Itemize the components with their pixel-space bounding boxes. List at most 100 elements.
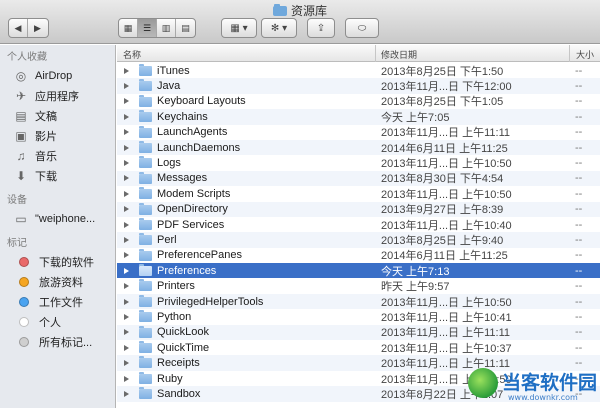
table-row[interactable]: Python 2013年11月...日 上午10:41 -- <box>117 309 600 324</box>
sidebar-tag-item[interactable]: 所有标记... <box>0 332 115 352</box>
column-view-button[interactable]: ▥ <box>157 19 176 37</box>
column-modified-header[interactable]: 修改日期 <box>381 48 417 61</box>
file-name: Logs <box>157 157 181 170</box>
action-button[interactable]: ✻ ▾ <box>261 18 297 38</box>
disclosure-triangle-icon[interactable] <box>124 190 129 197</box>
share-button[interactable]: ⇪ <box>307 18 335 38</box>
table-row[interactable]: PrivilegedHelperTools 2013年11月...日 上午10:5… <box>117 293 600 310</box>
file-name: Ruby <box>157 372 183 385</box>
folder-icon <box>139 187 152 200</box>
file-name: Receipts <box>157 357 200 370</box>
table-row[interactable]: LaunchDaemons 2014年6月11日 上午11:25 -- <box>117 139 600 156</box>
disclosure-triangle-icon[interactable] <box>124 375 129 382</box>
sidebar-item[interactable]: ▤ 文稿 <box>0 106 115 126</box>
tag-button[interactable]: ⬭ <box>345 18 379 38</box>
disclosure-triangle-icon[interactable] <box>124 298 129 305</box>
folder-icon <box>139 248 152 261</box>
table-row[interactable]: OpenDirectory 2013年9月27日 上午8:39 -- <box>117 201 600 217</box>
sidebar-tag-item[interactable]: 个人 <box>0 312 115 332</box>
tags-header: 标记 <box>7 238 27 249</box>
table-row[interactable]: Logs 2013年11月...日 上午10:50 -- <box>117 155 600 170</box>
folder-icon <box>139 64 152 76</box>
file-size: -- <box>575 341 583 354</box>
disclosure-triangle-icon[interactable] <box>124 129 129 136</box>
column-name-header[interactable]: 名称 <box>123 48 141 61</box>
file-modified-date: 2013年11月...日 上午10:50 <box>381 296 512 309</box>
table-row[interactable]: QuickLook 2013年11月...日 上午11:11 -- <box>117 324 600 341</box>
disclosure-triangle-icon[interactable] <box>124 390 129 397</box>
table-row[interactable]: Perl 2013年8月25日 上午9:40 -- <box>117 232 600 248</box>
icon-view-button[interactable]: ▦ <box>119 19 138 37</box>
file-modified-date: 2013年11月...日 上午10:40 <box>381 219 512 232</box>
movies-icon: ▣ <box>15 129 27 143</box>
file-modified-date: 2013年11月...日 上午10:37 <box>381 342 512 355</box>
sidebar-item[interactable]: ▣ 影片 <box>0 126 115 146</box>
disclosure-triangle-icon[interactable] <box>124 206 129 213</box>
table-row[interactable]: Java 2013年11月...日 下午12:00 -- <box>117 78 600 94</box>
sidebar-tag-item[interactable]: 工作文件 <box>0 292 115 312</box>
sidebar-item[interactable]: ◎ AirDrop <box>0 66 115 86</box>
forward-button[interactable]: ▶ <box>28 19 47 37</box>
table-row[interactable]: PreferencePanes 2014年6月11日 上午11:25 -- <box>117 248 600 263</box>
table-row[interactable]: iTunes 2013年8月25日 下午1:50 -- <box>117 63 600 78</box>
back-button[interactable]: ◀ <box>9 19 28 37</box>
disclosure-triangle-icon[interactable] <box>124 67 129 74</box>
disclosure-triangle-icon[interactable] <box>124 252 129 259</box>
watermark-url: www.downkr.com <box>508 393 578 402</box>
table-row[interactable]: LaunchAgents 2013年11月...日 上午11:11 -- <box>117 125 600 140</box>
disclosure-triangle-icon[interactable] <box>124 144 129 151</box>
column-divider[interactable] <box>375 45 376 62</box>
folder-icon <box>139 125 152 138</box>
table-row[interactable]: Preferences 今天 上午7:13 -- <box>117 263 600 279</box>
column-divider[interactable] <box>569 45 570 62</box>
table-row[interactable]: Keyboard Layouts 2013年8月25日 下午1:05 -- <box>117 94 600 109</box>
table-row[interactable]: Messages 2013年8月30日 下午4:54 -- <box>117 170 600 187</box>
disclosure-triangle-icon[interactable] <box>124 283 129 290</box>
file-modified-date: 2013年11月...日 上午11:11 <box>381 127 511 140</box>
file-modified-date: 2013年11月...日 上午11:11 <box>381 327 511 340</box>
disclosure-triangle-icon[interactable] <box>124 313 129 320</box>
sidebar: 个人收藏 ◎ AirDrop ✈ 应用程序 ▤ 文稿 ▣ 影片 ♫ 音乐 ⬇ 下载 设备 ▭ "weip… <box>0 45 116 408</box>
devices-header: 设备 <box>7 195 27 206</box>
table-row[interactable]: Keychains 今天 上午7:05 -- <box>117 109 600 125</box>
sidebar-item[interactable]: ♫ 音乐 <box>0 146 115 166</box>
disclosure-triangle-icon[interactable] <box>124 113 129 120</box>
disclosure-triangle-icon[interactable] <box>124 175 129 182</box>
sidebar-tag-item[interactable]: 旅游资料 <box>0 272 115 292</box>
column-size-header[interactable]: 大小 <box>576 48 594 61</box>
downloads-icon: ⬇ <box>15 169 27 183</box>
disclosure-triangle-icon[interactable] <box>124 160 129 167</box>
disclosure-triangle-icon[interactable] <box>124 360 129 367</box>
computer-icon: ▭ <box>15 212 27 226</box>
disclosure-triangle-icon[interactable] <box>124 221 129 228</box>
applications-icon: ✈ <box>15 89 27 103</box>
file-size: -- <box>575 126 583 139</box>
sidebar-tag-item[interactable]: 下载的软件 <box>0 252 115 272</box>
disclosure-triangle-icon[interactable] <box>124 329 129 336</box>
disclosure-triangle-icon[interactable] <box>124 98 129 105</box>
file-modified-date: 2013年9月27日 上午8:39 <box>381 204 504 217</box>
documents-icon: ▤ <box>15 109 27 123</box>
disclosure-triangle-icon[interactable] <box>124 83 129 90</box>
table-row[interactable]: Printers 昨天 上午9:57 -- <box>117 278 600 293</box>
view-mode-selector: ▦ ☰ ▥ ▤ <box>118 18 196 38</box>
sidebar-item[interactable]: ⬇ 下载 <box>0 166 115 186</box>
file-rows: iTunes 2013年8月25日 下午1:50 -- Java 2013年11月...… <box>117 63 600 402</box>
sidebar-item-label: 文稿 <box>35 111 57 123</box>
arrange-button[interactable]: ▦ ▾ <box>221 18 257 38</box>
disclosure-triangle-icon[interactable] <box>124 236 129 243</box>
table-row[interactable]: PDF Services 2013年11月...日 上午10:40 -- <box>117 217 600 232</box>
disclosure-triangle-icon[interactable] <box>124 267 129 274</box>
file-size: -- <box>575 249 583 262</box>
table-row[interactable]: QuickTime 2013年11月...日 上午10:37 -- <box>117 340 600 355</box>
coverflow-view-button[interactable]: ▤ <box>176 19 195 37</box>
file-size: -- <box>575 326 583 339</box>
sidebar-item[interactable]: ✈ 应用程序 <box>0 86 115 106</box>
folder-icon <box>139 140 152 153</box>
list-view-button[interactable]: ☰ <box>138 19 157 37</box>
disclosure-triangle-icon[interactable] <box>124 344 129 351</box>
folder-icon <box>139 371 152 384</box>
sidebar-item[interactable]: ▭ "weiphone... <box>0 209 115 229</box>
table-row[interactable]: Modem Scripts 2013年11月...日 上午10:50 -- <box>117 186 600 201</box>
folder-icon <box>139 310 152 323</box>
